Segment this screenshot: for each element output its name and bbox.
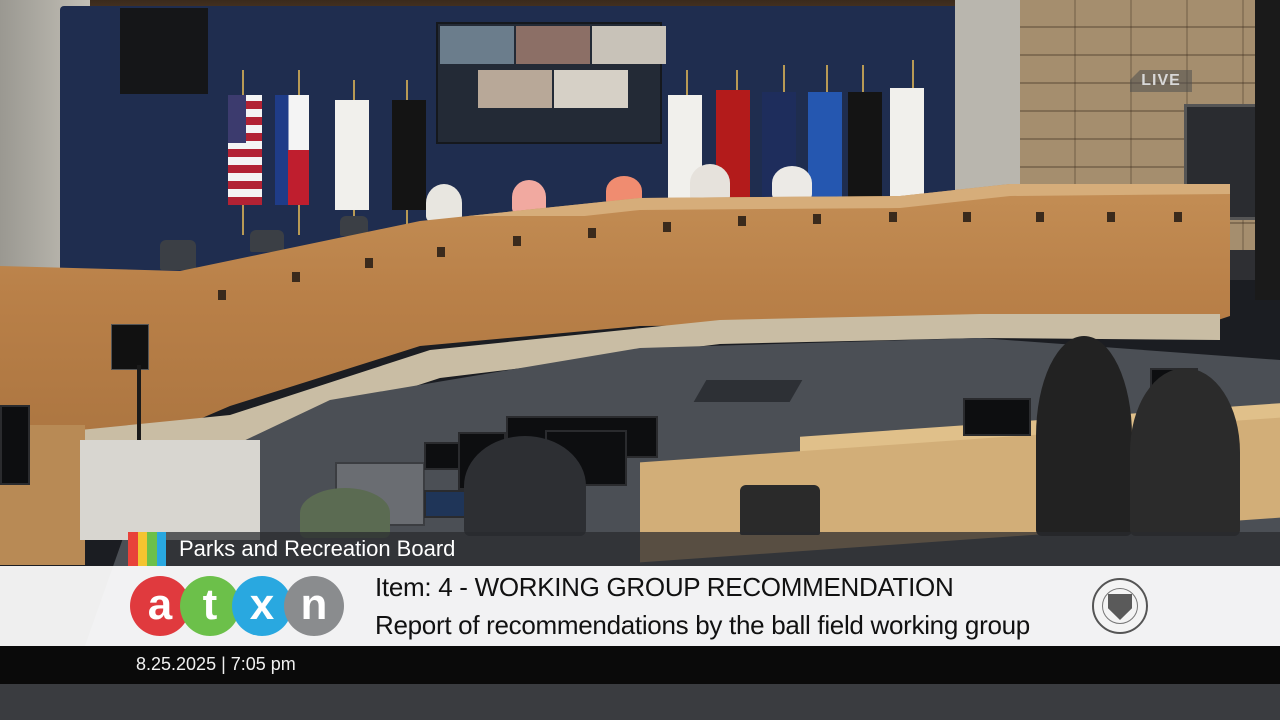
- av-technician: [464, 436, 586, 536]
- city-flag: [335, 100, 369, 210]
- atxn-logo-letter: n: [284, 576, 344, 636]
- space-force-flag: [848, 92, 882, 202]
- us-flag-canton: [228, 95, 246, 143]
- seated-staff: [1130, 368, 1240, 536]
- board-member: [426, 184, 462, 222]
- video-tile: [516, 26, 590, 64]
- video-wall-display: [436, 22, 666, 144]
- board-title: Parks and Recreation Board: [179, 536, 456, 561]
- nameplate: [1036, 212, 1044, 222]
- meeting-datetime: 8.25.2025 | 7:05 pm: [136, 654, 296, 674]
- live-indicator: LIVE: [1130, 70, 1192, 92]
- nameplate: [365, 258, 373, 268]
- video-tile: [478, 70, 552, 108]
- air-force-flag: [808, 92, 842, 202]
- standing-speaker: [1036, 336, 1132, 536]
- nameplate: [813, 214, 821, 224]
- atxn-logo-letter: x: [232, 576, 292, 636]
- video-tile: [440, 26, 514, 64]
- stripe: [137, 532, 147, 566]
- agenda-item-description: Report of recommendations by the ball fi…: [375, 610, 1030, 640]
- av-technician: [300, 488, 390, 538]
- monitor: [424, 490, 468, 518]
- coast-guard-flag: [890, 88, 924, 198]
- pow-mia-flag: [392, 100, 426, 210]
- monitor: [0, 405, 30, 485]
- color-stripes: [128, 532, 166, 566]
- nameplate: [588, 228, 596, 238]
- nameplate: [292, 272, 300, 282]
- wall-speaker: [120, 8, 208, 94]
- nameplate: [1107, 212, 1115, 222]
- nameplate: [437, 247, 445, 257]
- laptop: [963, 398, 1031, 436]
- monitor: [424, 442, 460, 470]
- authorized-access-sign: [111, 324, 149, 370]
- nameplate: [963, 212, 971, 222]
- agenda-item-title: Item: 4 - WORKING GROUP RECOMMENDATION: [375, 572, 954, 602]
- nameplate: [1174, 212, 1182, 222]
- chair: [160, 240, 196, 270]
- nameplate: [218, 290, 226, 300]
- right-edge-column: [1255, 0, 1280, 300]
- video-tile: [592, 26, 666, 64]
- board-member: [772, 166, 812, 200]
- stripe: [156, 532, 166, 566]
- chair: [250, 230, 284, 252]
- stripe: [128, 532, 138, 566]
- nameplate: [889, 212, 897, 222]
- atxn-logo-letter: t: [180, 576, 240, 636]
- light-floor: [80, 440, 260, 540]
- audience-strip: [0, 684, 1280, 720]
- stripe: [147, 532, 157, 566]
- nameplate: [513, 236, 521, 246]
- texas-flag-red: [288, 150, 309, 205]
- board-member: [690, 164, 730, 202]
- floor-vent: [693, 380, 803, 402]
- video-tile: [554, 70, 628, 108]
- nameplate: [738, 216, 746, 226]
- mesh-chair: [740, 485, 820, 535]
- city-of-austin-seal-icon: [1092, 578, 1148, 634]
- nameplate: [663, 222, 671, 232]
